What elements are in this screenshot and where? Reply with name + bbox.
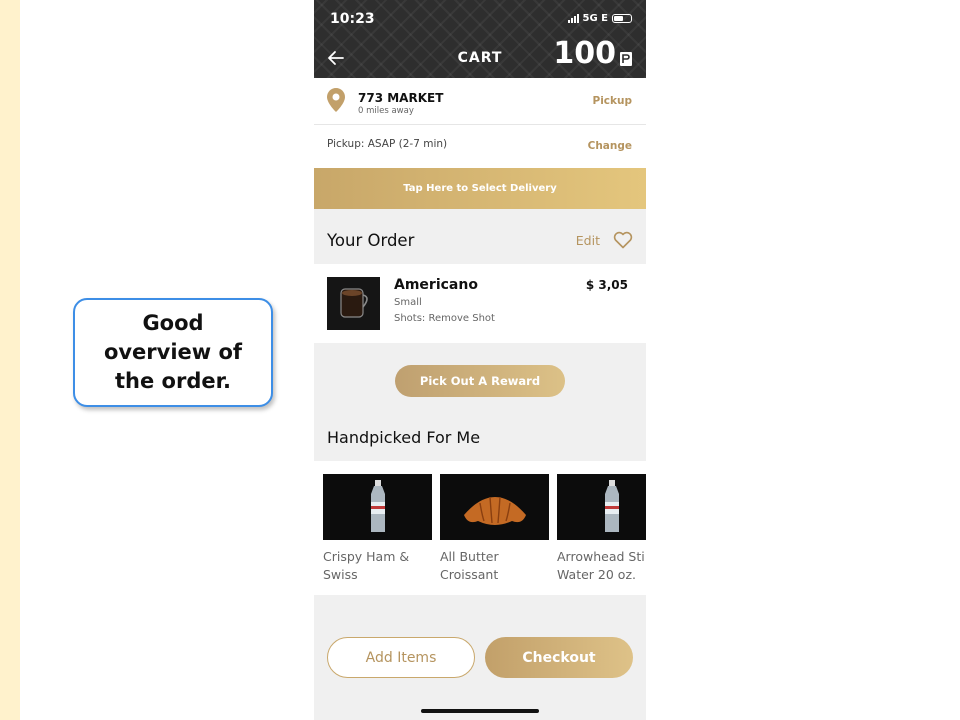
network-label: 5G E <box>582 13 608 24</box>
water-bottle-image <box>557 474 646 540</box>
status-indicators: 5G E <box>567 13 632 24</box>
bottom-action-bar: Add Items Checkout <box>314 595 646 720</box>
heart-icon[interactable] <box>613 231 633 249</box>
water-bottle-image <box>323 474 432 540</box>
callout-text: Good overview of the order. <box>103 311 243 393</box>
store-distance: 0 miles away <box>358 106 414 116</box>
product-label: Crispy Ham & Swiss <box>323 549 410 582</box>
product-label: Arrowhead Sti Water 20 oz. <box>557 549 645 582</box>
pickup-mode-link[interactable]: Pickup <box>593 95 633 107</box>
item-size: Small <box>394 297 422 308</box>
croissant-image <box>440 474 549 540</box>
store-row[interactable]: 773 MARKET 0 miles away Pickup <box>314 78 646 125</box>
handpicked-carousel[interactable]: Crispy Ham & Swiss All Butter Croissant … <box>314 461 646 595</box>
item-name: Americano <box>394 277 478 293</box>
pick-reward-button[interactable]: Pick Out A Reward <box>395 365 565 397</box>
handpicked-title: Handpicked For Me <box>327 428 481 447</box>
home-indicator[interactable] <box>421 709 539 713</box>
product-card[interactable]: Crispy Ham & Swiss <box>323 474 432 584</box>
checkout-button[interactable]: Checkout <box>485 637 633 678</box>
add-items-button[interactable]: Add Items <box>327 637 475 678</box>
item-price: $ 3,05 <box>585 278 628 292</box>
signal-icon <box>567 14 579 23</box>
left-accent-strip <box>0 0 20 720</box>
americano-image <box>327 277 380 330</box>
points-balance: 100 <box>553 36 616 71</box>
order-section-title: Your Order <box>327 231 415 250</box>
order-header: Your Order Edit <box>314 209 646 264</box>
battery-icon <box>612 14 632 23</box>
select-delivery-banner[interactable]: Tap Here to Select Delivery <box>314 168 646 209</box>
status-time: 10:23 <box>330 11 375 27</box>
store-name: 773 MARKET <box>358 91 444 105</box>
cart-header: 10:23 5G E CART 100 <box>314 0 646 78</box>
change-pickup-link[interactable]: Change <box>588 140 632 152</box>
phone-screen: 10:23 5G E CART 100 773 MARKET 0 miles a… <box>314 0 646 720</box>
product-card[interactable]: All Butter Croissant <box>440 474 549 584</box>
reward-section: Pick Out A Reward Handpicked For Me <box>314 343 646 461</box>
pickup-time: Pickup: ASAP (2-7 min) <box>327 138 448 150</box>
product-label: All Butter Croissant <box>440 549 499 582</box>
annotation-callout: Good overview of the order. <box>73 298 273 407</box>
delivery-banner-text: Tap Here to Select Delivery <box>403 183 557 194</box>
product-card[interactable]: Arrowhead Sti Water 20 oz. <box>557 474 646 584</box>
order-item[interactable]: Americano Small Shots: Remove Shot $ 3,0… <box>314 264 646 343</box>
location-pin-icon <box>327 88 345 112</box>
points-icon <box>620 52 632 66</box>
item-modifier: Shots: Remove Shot <box>394 313 495 324</box>
edit-order-link[interactable]: Edit <box>576 233 600 248</box>
pickup-time-row: Pickup: ASAP (2-7 min) Change <box>314 125 646 167</box>
